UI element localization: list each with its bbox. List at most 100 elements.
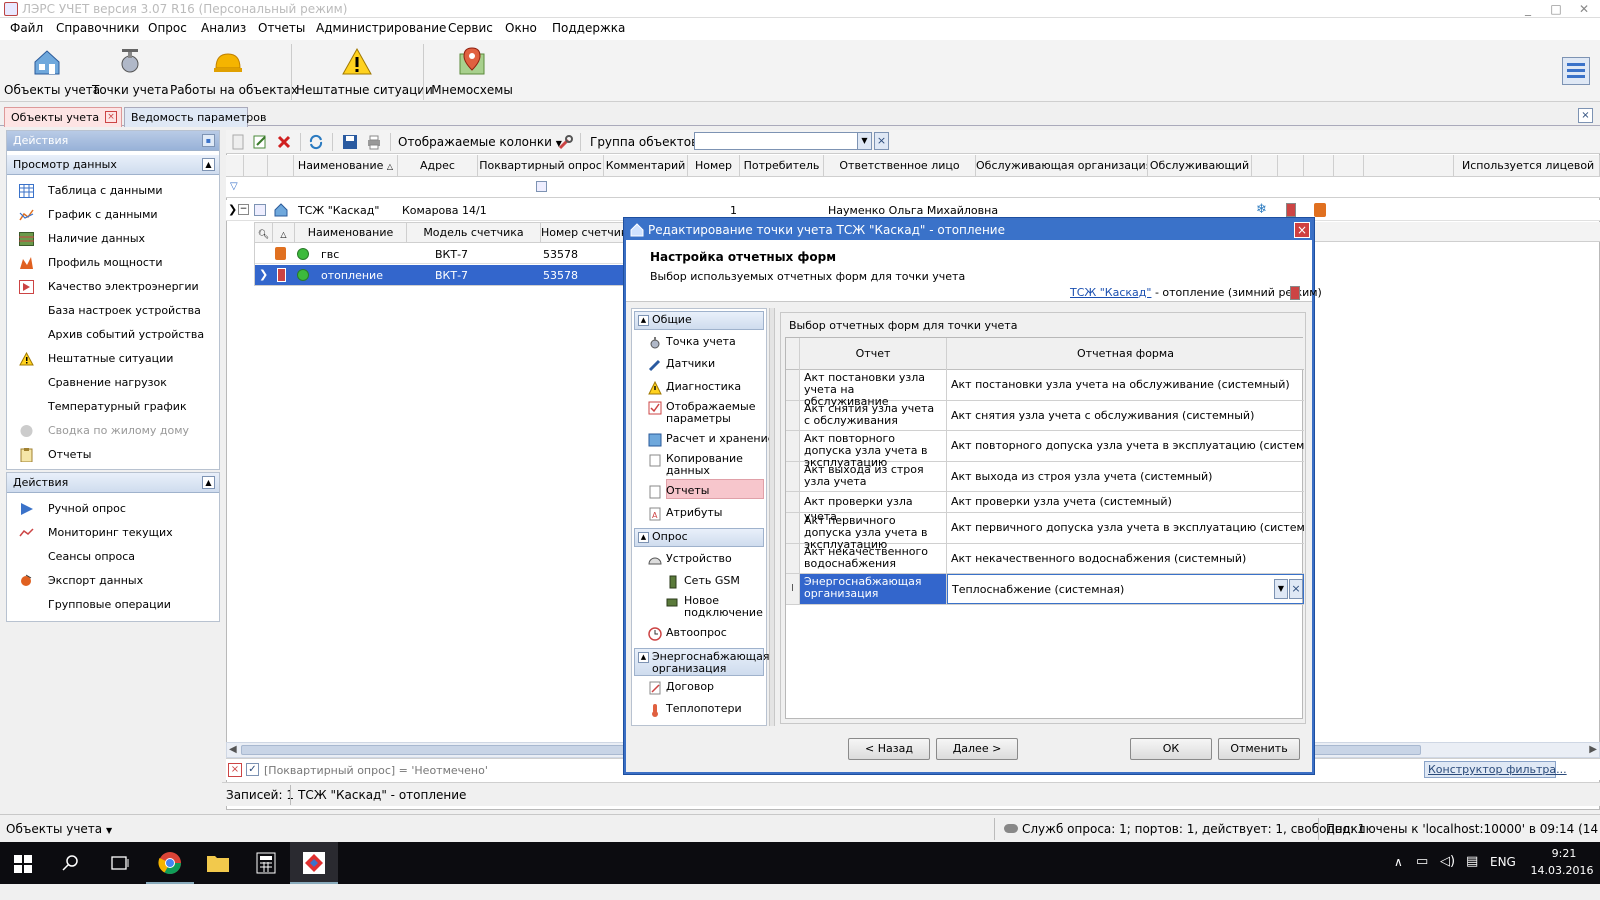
table-row[interactable]: Акт постановки узла учета на обслуживани… <box>786 370 1304 408</box>
close-document-icon[interactable]: × <box>1578 108 1593 123</box>
save-icon[interactable] <box>342 134 358 150</box>
ribbon-metering-points-button[interactable]: Точки учета <box>92 40 169 102</box>
grid-header-number[interactable]: Номер <box>688 155 740 177</box>
view-item-reports[interactable]: Отчеты <box>7 443 219 467</box>
edit-icon[interactable] <box>252 134 268 150</box>
status-objects-dropdown[interactable]: Объекты учета ▼ <box>6 822 112 836</box>
grid-header-personal-account[interactable]: Используется лицевой <box>1454 155 1600 177</box>
view-item-data-chart[interactable]: График с данными <box>7 203 219 227</box>
clear-group-icon[interactable]: × <box>874 132 889 150</box>
view-item-data-table[interactable]: Таблица с данными <box>7 179 219 203</box>
tab-parameter-sheet[interactable]: Ведомость параметров <box>124 107 266 127</box>
table-row[interactable]: Акт проверки узла учета Акт проверки узла… <box>786 492 1304 523</box>
table-row-selected[interactable]: ❯ отопление ВКТ-7 53578 <box>255 265 625 285</box>
next-button[interactable]: Далее > <box>936 738 1018 760</box>
menu-window[interactable]: Окно <box>505 21 537 35</box>
pin-icon[interactable]: ▪ <box>202 134 215 147</box>
collapse-row-icon[interactable]: − <box>238 204 249 215</box>
delete-icon[interactable] <box>276 134 292 150</box>
object-link[interactable]: ТСЖ "Каскад" <box>1070 286 1151 299</box>
collapse-icon[interactable]: ▲ <box>202 476 215 489</box>
form-cell[interactable]: Акт некачественного водоснабжения (систе… <box>947 544 1304 573</box>
table-row[interactable]: Акт некачественного водоснабжения Акт нек… <box>786 544 1304 574</box>
scroll-right-icon[interactable]: ▶ <box>1589 744 1597 755</box>
view-item-device-settings[interactable]: База настроек устройства <box>7 299 219 323</box>
form-cell[interactable]: Акт снятия узла учета с обслуживания (си… <box>947 401 1304 430</box>
grid-header-apartment-poll[interactable]: Поквартирный опрос <box>478 155 604 177</box>
subgrid-header-model[interactable]: Модель счетчика <box>407 223 541 243</box>
menu-analysis[interactable]: Анализ <box>201 21 246 35</box>
clock-time[interactable]: 9:21 <box>1536 847 1592 860</box>
refresh-icon[interactable] <box>308 134 324 150</box>
filter-enabled-checkbox[interactable]: ✓ <box>246 763 259 776</box>
print-icon[interactable] <box>366 134 382 150</box>
filter-expression[interactable]: [Поквартирный опрос] = 'Неотмечено' <box>264 764 488 777</box>
menu-support[interactable]: Поддержка <box>552 21 625 35</box>
clear-value-icon[interactable]: × <box>1289 579 1303 599</box>
minimize-button[interactable]: _ <box>1514 0 1542 18</box>
view-data-header[interactable]: Просмотр данных ▲ <box>7 155 219 175</box>
ribbon-field-works-button[interactable]: Работы на объектах <box>170 40 298 102</box>
splitter[interactable] <box>769 308 775 726</box>
view-item-power-quality[interactable]: Качество электроэнергии <box>7 275 219 299</box>
ribbon-emergencies-button[interactable]: Нештатные ситуации <box>296 40 433 102</box>
dialog-close-icon[interactable]: × <box>1294 222 1310 238</box>
subgrid-header-search[interactable]: 🔍︎ <box>255 223 273 243</box>
form-cell[interactable]: Акт проверки узла учета (системный) <box>947 492 1304 512</box>
table-row[interactable]: гвс ВКТ-7 53578 <box>255 244 625 264</box>
grid-header-responsible[interactable]: Ответственное лицо <box>824 155 976 177</box>
search-button[interactable] <box>48 842 96 884</box>
actions-header[interactable]: Действия ▲ <box>7 473 219 493</box>
row-checkbox[interactable] <box>254 204 266 216</box>
close-tab-icon[interactable]: × <box>105 111 117 123</box>
chevron-down-icon[interactable]: ▼ <box>857 133 871 149</box>
subgrid-header-name[interactable]: Наименование <box>295 223 407 243</box>
action-export-data[interactable]: Экспорт данных <box>7 569 219 593</box>
filter-builder-button[interactable]: Конструктор фильтра... <box>1424 761 1567 778</box>
tray-expand-icon[interactable]: ∧ <box>1394 855 1403 869</box>
table-row[interactable]: Акт выхода из строя узла учета Акт выхода… <box>786 462 1304 492</box>
actions-panel-header[interactable]: Действия ▪ <box>7 131 219 151</box>
language-indicator[interactable]: ENG <box>1490 855 1516 869</box>
subgrid-header-sort[interactable]: △ <box>273 223 295 243</box>
taskbar-calculator[interactable] <box>242 842 290 884</box>
view-item-device-events[interactable]: Архив событий устройства <box>7 323 219 347</box>
clock-date[interactable]: 14.03.2016 <box>1526 864 1598 877</box>
menu-file[interactable]: Файл <box>10 21 43 35</box>
form-cell[interactable]: Акт постановки узла учета на обслуживани… <box>947 370 1304 400</box>
view-item-temperature-chart[interactable]: Температурный график <box>7 395 219 419</box>
ok-button[interactable]: ОК <box>1130 738 1212 760</box>
action-manual-poll[interactable]: Ручной опрос <box>7 497 219 521</box>
view-item-load-comparison[interactable]: Сравнение нагрузок <box>7 371 219 395</box>
notification-icon[interactable]: ▤ <box>1466 854 1478 869</box>
group-objects-combo[interactable]: ▼ <box>694 132 872 150</box>
taskbar-lers-app[interactable] <box>290 842 338 884</box>
tools-icon[interactable] <box>558 134 574 150</box>
volume-icon[interactable]: ◁) <box>1440 854 1455 869</box>
column-header-form[interactable]: Отчетная форма <box>947 338 1304 370</box>
close-window-button[interactable]: ✕ <box>1570 0 1598 18</box>
form-cell[interactable]: Акт выхода из строя узла учета (системны… <box>947 462 1304 491</box>
subgrid-header-serial[interactable]: Номер счетчика <box>541 223 625 243</box>
nav-group-polling[interactable]: ▲ Опрос <box>634 528 764 547</box>
view-item-data-availability[interactable]: Наличие данных <box>7 227 219 251</box>
ribbon-accounting-objects-button[interactable]: Объекты учета <box>4 40 100 102</box>
view-item-power-profile[interactable]: Профиль мощности <box>7 251 219 275</box>
menu-admin[interactable]: Администрирование <box>316 21 446 35</box>
chevron-down-icon[interactable]: ▼ <box>1274 579 1288 599</box>
table-row[interactable]: Акт повторного допуска узла учета в эксп… <box>786 431 1304 469</box>
grid-header-name[interactable]: Наименование △ <box>294 155 398 177</box>
maximize-button[interactable]: □ <box>1542 0 1570 18</box>
grid-header-comment[interactable]: Комментарий <box>604 155 688 177</box>
network-icon[interactable]: ▭ <box>1416 854 1428 869</box>
grid-header-consumer[interactable]: Потребитель <box>740 155 824 177</box>
task-view-button[interactable] <box>96 842 144 884</box>
table-row-selected[interactable]: I Энергоснабжающая организация Теплоснаб… <box>786 574 1304 605</box>
nav-group-energy-supplier[interactable]: ▲ Энергоснабжающая организация <box>634 648 770 676</box>
column-header-report[interactable]: Отчет <box>800 338 947 370</box>
form-combo[interactable]: Теплоснабжение (системная) <box>947 574 1304 604</box>
nav-group-general[interactable]: ▲ Общие <box>634 311 764 330</box>
columns-dropdown[interactable]: Отображаемые колонки ▼ <box>398 135 562 149</box>
table-row[interactable]: Акт первичного допуска узла учета в эксп… <box>786 513 1304 551</box>
grid-header-address[interactable]: Адрес <box>398 155 478 177</box>
